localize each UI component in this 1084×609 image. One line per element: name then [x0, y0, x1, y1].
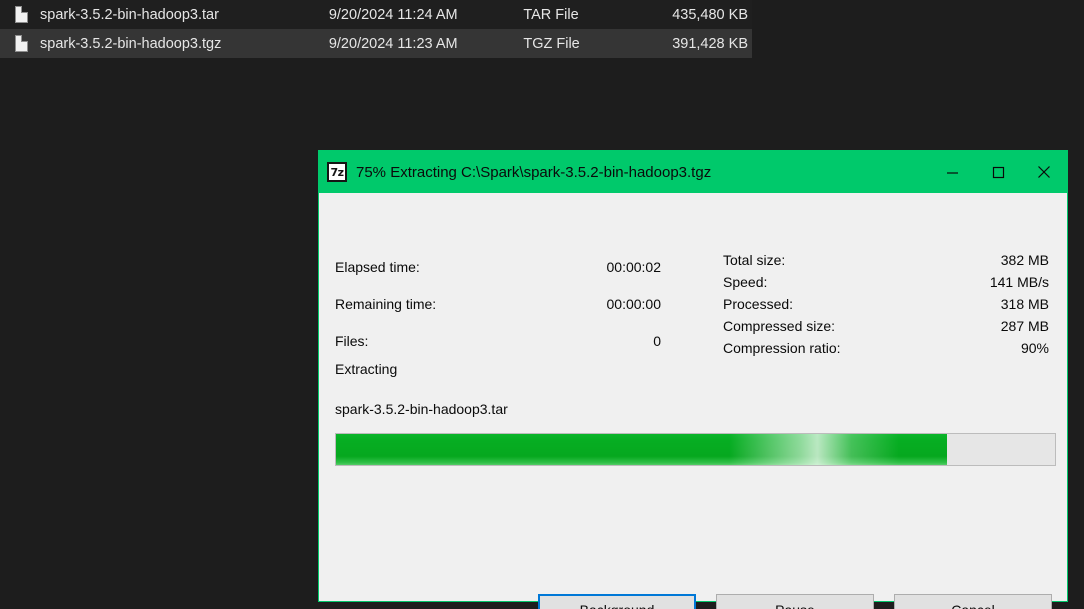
operation-status-text: Extracting [335, 361, 397, 377]
stat-row-remaining-time: Remaining time: 00:00:00 [335, 286, 661, 323]
file-date-cell: 9/20/2024 11:24 AM [329, 7, 524, 23]
stats-left-table: Elapsed time: 00:00:02 Remaining time: 0… [335, 249, 661, 359]
sevenzip-icon: 7z [327, 162, 347, 182]
stat-row-elapsed-time: Elapsed time: 00:00:02 [335, 249, 661, 286]
current-file-text: spark-3.5.2-bin-hadoop3.tar [335, 401, 508, 417]
dialog-title: 75% Extracting C:\Spark\spark-3.5.2-bin-… [356, 164, 929, 181]
dialog-button-row: Background Pause Cancel [319, 594, 1067, 609]
statistics-panel: Elapsed time: 00:00:02 Remaining time: 0… [335, 249, 1049, 359]
stat-value: 00:00:02 [525, 249, 661, 286]
background-button[interactable]: Background [538, 594, 696, 609]
stats-right-table: Total size: 382 MB Speed: 141 MB/s Proce… [723, 249, 1049, 359]
file-date-cell: 9/20/2024 11:23 AM [329, 36, 524, 52]
file-page-icon [8, 35, 34, 52]
stat-label: Processed: [723, 293, 913, 315]
stat-value: 318 MB [913, 293, 1049, 315]
table-row[interactable]: spark-3.5.2-bin-hadoop3.tar 9/20/2024 11… [0, 0, 752, 29]
stat-row-processed: Processed: 318 MB [723, 293, 1049, 315]
stat-value: 287 MB [913, 315, 1049, 337]
pause-button[interactable]: Pause [716, 594, 874, 609]
table-row[interactable]: spark-3.5.2-bin-hadoop3.tgz 9/20/2024 11… [0, 29, 752, 58]
stat-label: Remaining time: [335, 286, 525, 323]
extraction-progress-dialog: 7z 75% Extracting C:\Spark\spark-3.5.2-b… [318, 150, 1068, 602]
stat-label: Elapsed time: [335, 249, 525, 286]
progress-bar-fill [336, 434, 947, 465]
stat-value: 00:00:00 [525, 286, 661, 323]
progress-shine [729, 434, 899, 465]
file-size-cell: 435,480 KB [652, 7, 752, 23]
progress-bar [335, 433, 1056, 466]
cancel-button[interactable]: Cancel [894, 594, 1052, 609]
dialog-body: Elapsed time: 00:00:02 Remaining time: 0… [319, 193, 1067, 601]
close-icon[interactable] [1021, 151, 1067, 193]
stat-label: Compression ratio: [723, 337, 913, 359]
stat-row-compressed-size: Compressed size: 287 MB [723, 315, 1049, 337]
stat-label: Compressed size: [723, 315, 913, 337]
file-page-icon [8, 6, 34, 23]
stat-label: Files: [335, 322, 525, 359]
stat-label: Total size: [723, 249, 913, 271]
stat-row-files: Files: 0 [335, 322, 661, 359]
stat-row-speed: Speed: 141 MB/s [723, 271, 1049, 293]
file-type-cell: TAR File [523, 7, 651, 23]
minimize-icon[interactable] [929, 151, 975, 193]
stat-value: 382 MB [913, 249, 1049, 271]
stat-value: 90% [913, 337, 1049, 359]
stat-label: Speed: [723, 271, 913, 293]
dialog-titlebar[interactable]: 7z 75% Extracting C:\Spark\spark-3.5.2-b… [319, 151, 1067, 193]
stat-row-total-size: Total size: 382 MB [723, 249, 1049, 271]
file-type-cell: TGZ File [523, 36, 651, 52]
file-name-cell: spark-3.5.2-bin-hadoop3.tar [34, 7, 329, 23]
file-size-cell: 391,428 KB [652, 36, 752, 52]
stat-value: 0 [525, 322, 661, 359]
stat-row-compression-ratio: Compression ratio: 90% [723, 337, 1049, 359]
maximize-icon[interactable] [975, 151, 1021, 193]
stat-value: 141 MB/s [913, 271, 1049, 293]
file-name-cell: spark-3.5.2-bin-hadoop3.tgz [34, 36, 329, 52]
file-list[interactable]: spark-3.5.2-bin-hadoop3.tar 9/20/2024 11… [0, 0, 752, 58]
